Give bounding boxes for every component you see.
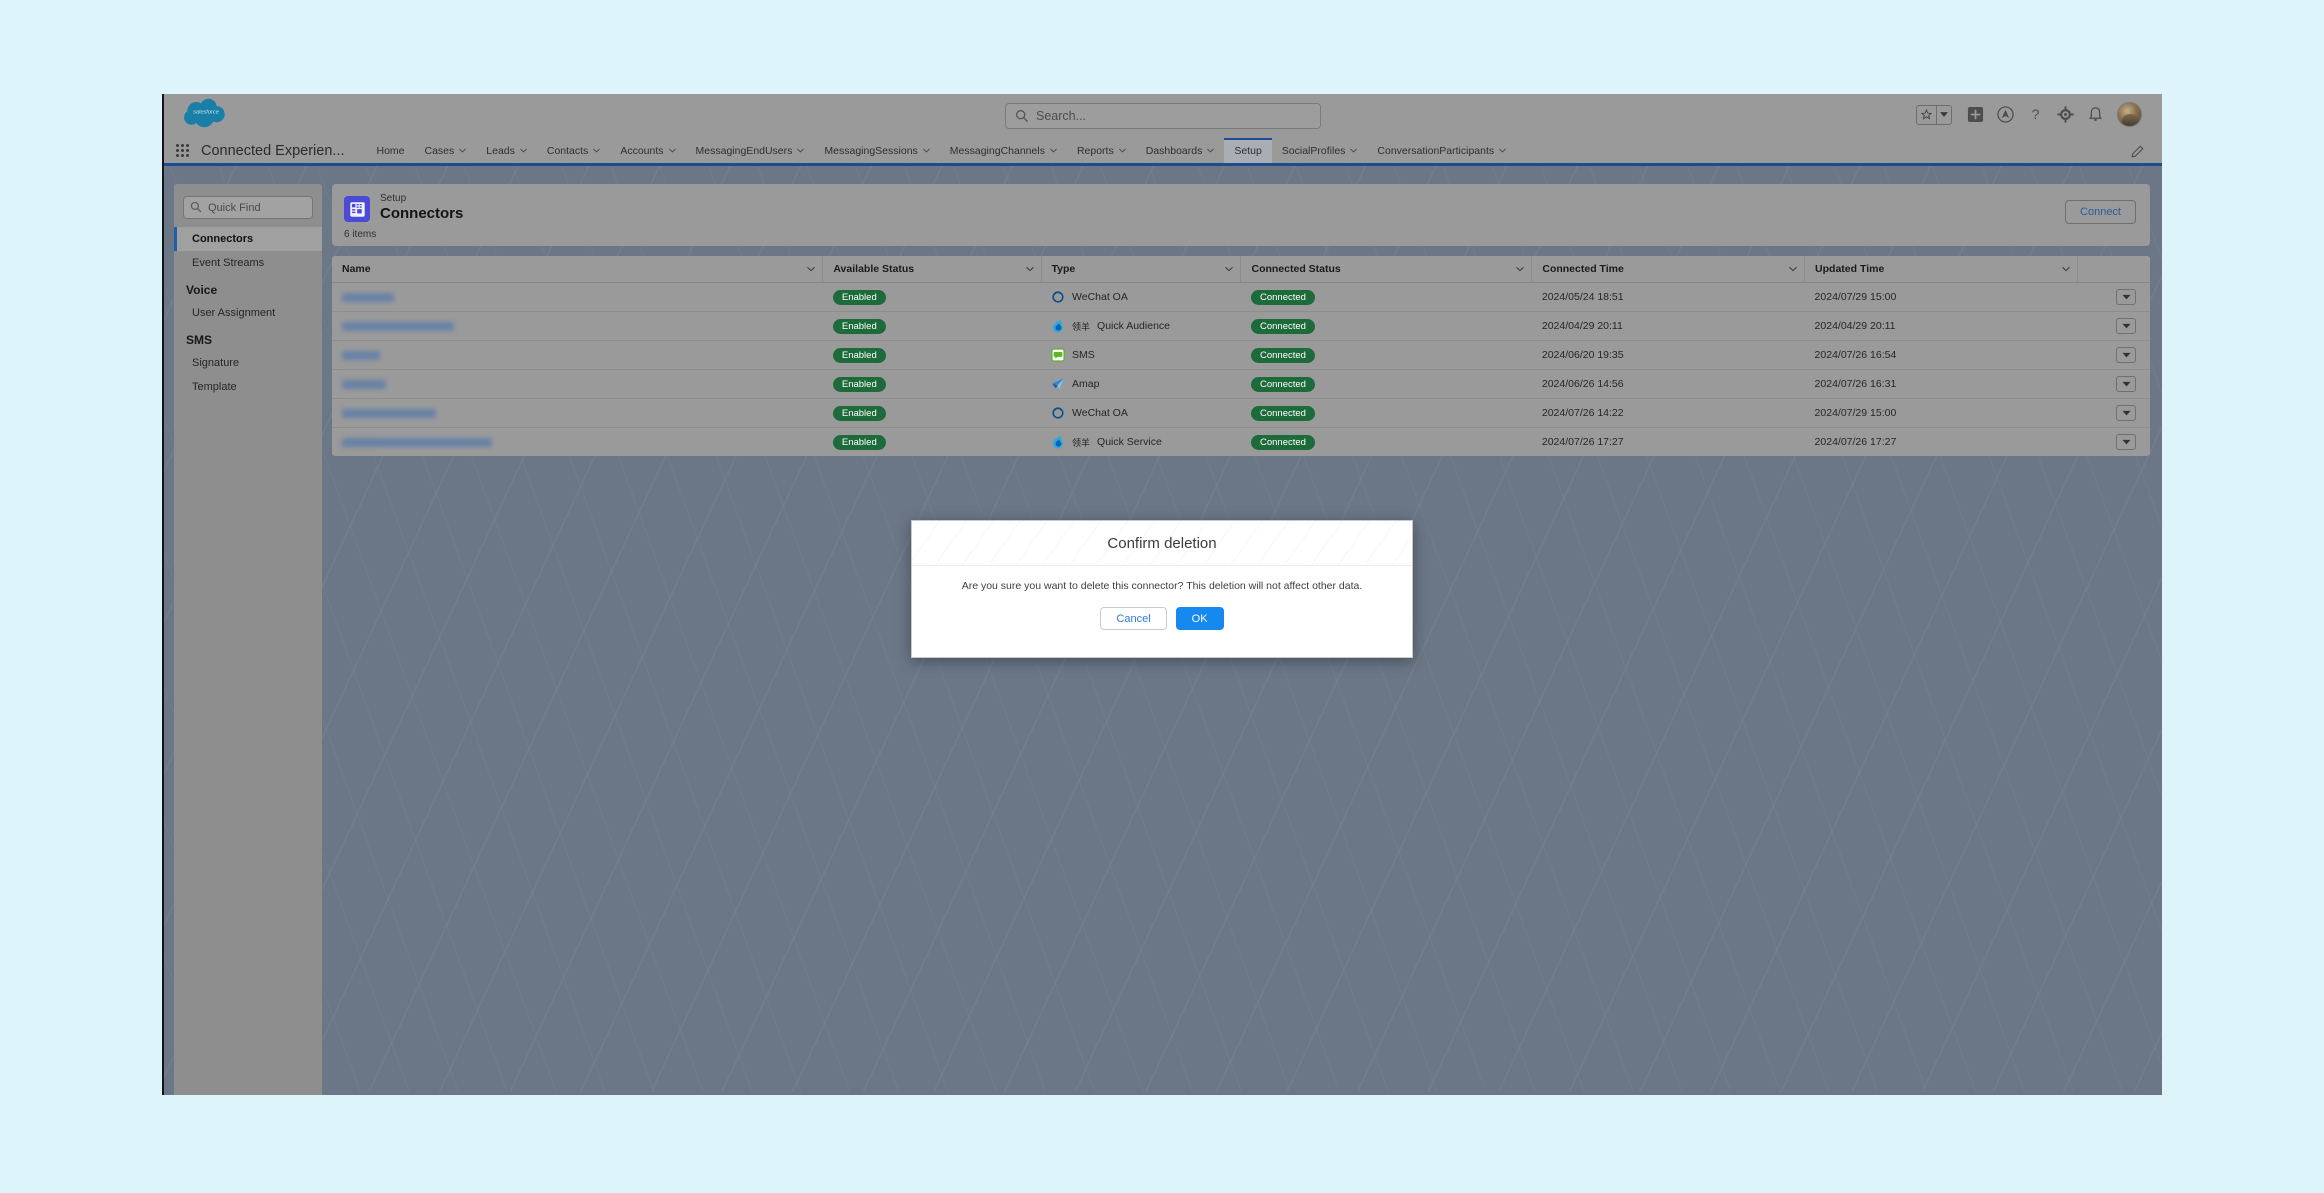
confirm-deletion-dialog: Confirm deletion Are you sure you want t… bbox=[911, 520, 1413, 658]
modal-actions: Cancel OK bbox=[912, 607, 1412, 630]
modal-header: Confirm deletion bbox=[912, 521, 1412, 566]
modal-message: Are you sure you want to delete this con… bbox=[961, 580, 1363, 592]
ok-button[interactable]: OK bbox=[1175, 607, 1224, 630]
modal-body: Are you sure you want to delete this con… bbox=[912, 566, 1412, 630]
cancel-button[interactable]: Cancel bbox=[1100, 607, 1167, 630]
modal-title: Confirm deletion bbox=[1107, 534, 1217, 552]
